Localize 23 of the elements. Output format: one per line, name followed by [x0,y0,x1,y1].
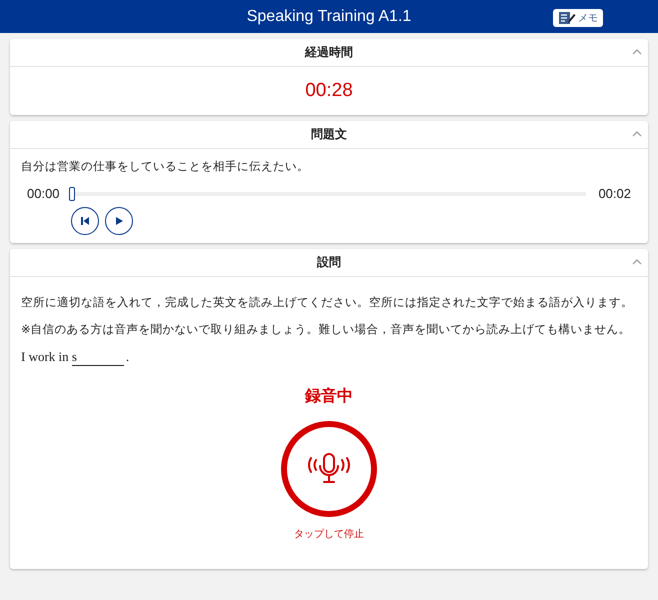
collapse-caret-icon[interactable] [632,49,642,55]
elapsed-time: 00:28 [305,80,353,102]
collapse-caret-icon[interactable] [632,259,642,265]
panel-title: 問題文 [311,126,347,143]
prompt-text: 自分は営業の仕事をしていることを相手に伝えたい。 [21,159,310,174]
app-title: Speaking Training A1.1 [246,8,412,26]
instruction-text: ※自信のある方は音声を聞かないで取り組みましょう。難しい場合，音声を聞いてから読み上げても構いません。 [21,322,632,337]
recording-status: 録音中 [305,386,353,407]
answer-sentence: I work in s . [21,349,130,366]
memo-button[interactable]: メモ [553,9,603,27]
instruction-text: 空所に適切な語を入れて，完成した英文を読み上げてください。空所には指定された文字で始まる語が入ります。 [21,295,634,310]
panel-title: 経過時間 [305,44,353,61]
collapse-caret-icon[interactable] [632,131,642,137]
skip-back-icon [80,216,90,226]
seek-thumb[interactable] [68,186,75,200]
stop-hint: タップして停止 [294,528,364,541]
panel-title: 設問 [317,254,341,271]
play-icon [114,216,124,226]
current-time: 00:00 [27,186,60,201]
note-edit-icon [558,11,576,25]
duration-time: 00:02 [598,186,631,201]
play-button[interactable] [105,207,133,235]
restart-button[interactable] [71,207,99,235]
